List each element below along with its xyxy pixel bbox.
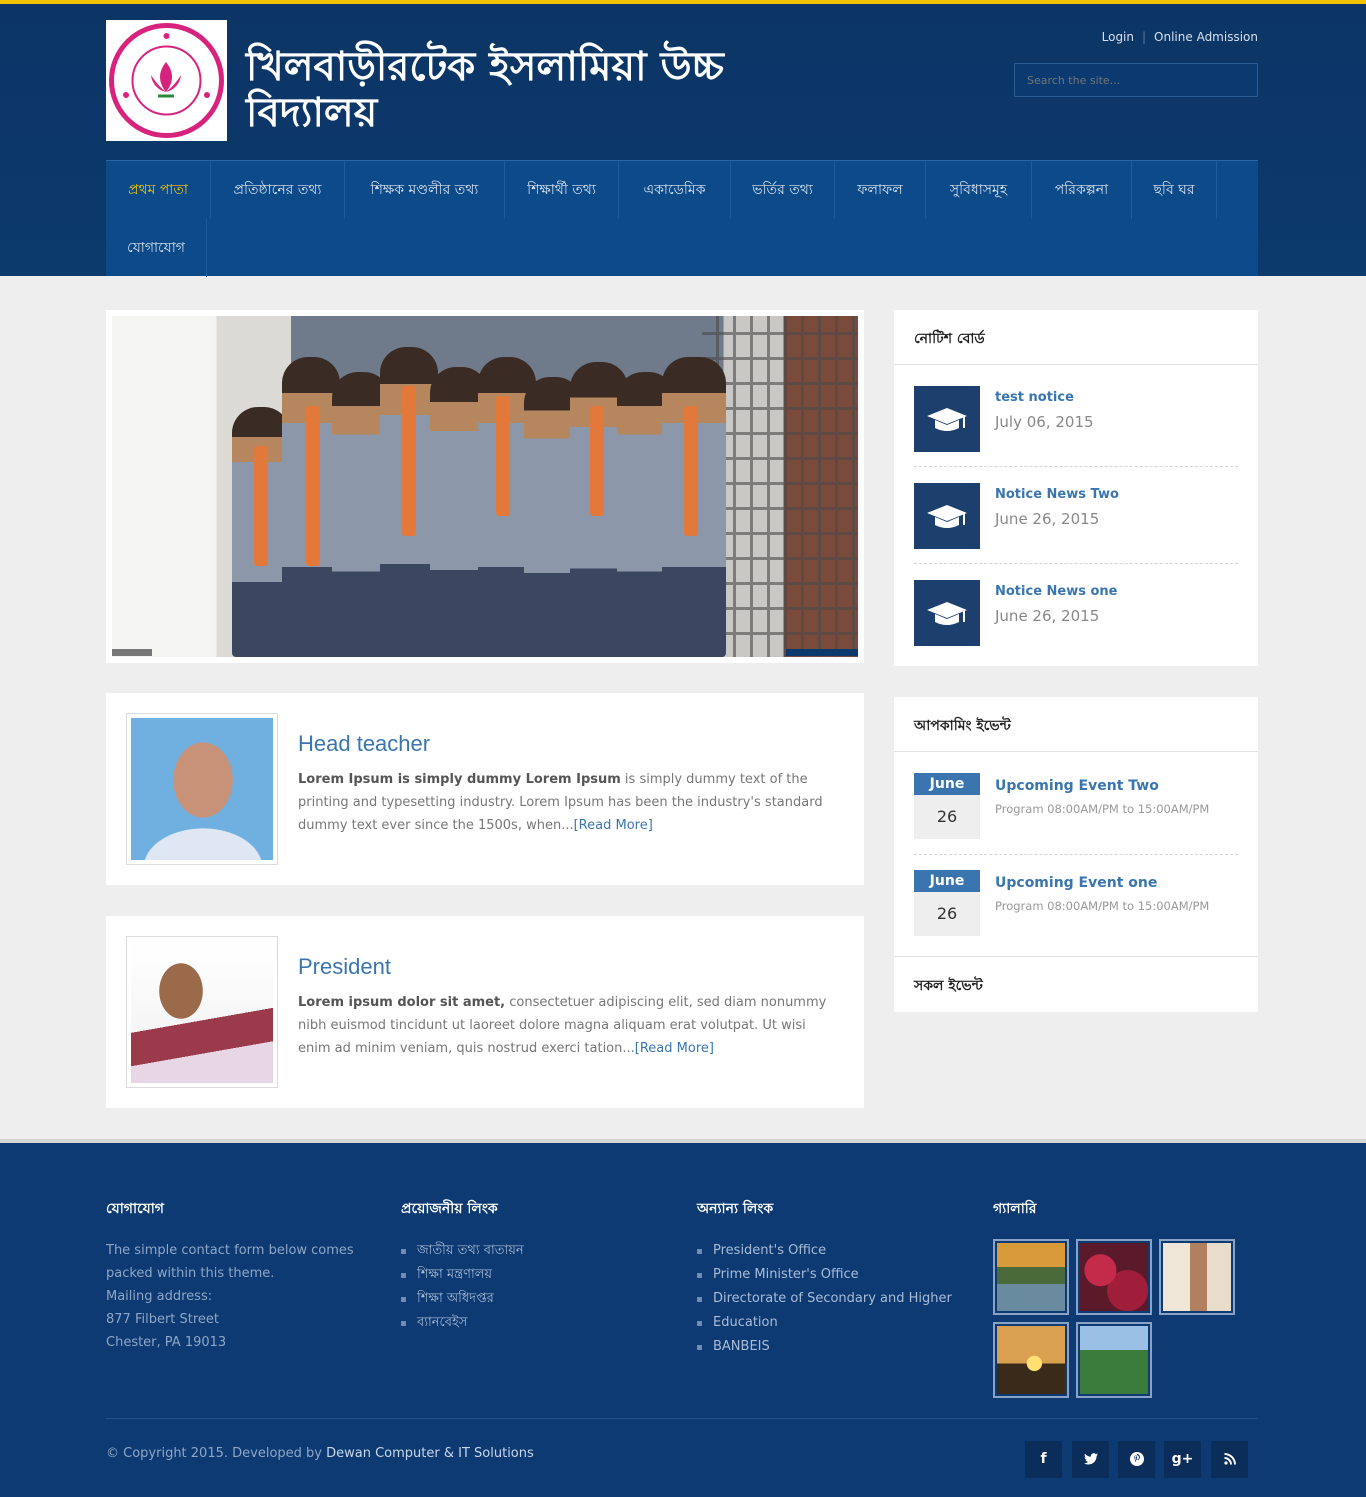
footer-contact-line: 877 Filbert Street bbox=[106, 1312, 220, 1327]
login-link[interactable]: Login bbox=[1102, 30, 1134, 44]
nav-item-academic[interactable]: একাডেমিক bbox=[619, 161, 731, 219]
footer-other-links: অন্যান্য লিংক President's Office Prime M… bbox=[697, 1197, 957, 1359]
president-card: President Lorem ipsum dolor sit amet, co… bbox=[106, 916, 864, 1108]
all-events-link[interactable]: সকল ইভেন্ট bbox=[894, 956, 1258, 1012]
notice-title[interactable]: Notice News one bbox=[995, 584, 1118, 599]
event-day: 26 bbox=[914, 795, 980, 839]
gallery-thumbnail[interactable] bbox=[1076, 1239, 1152, 1315]
event-item[interactable]: June 26 Upcoming Event Two Program 08:00… bbox=[914, 773, 1238, 870]
gallery-thumbnail[interactable] bbox=[993, 1239, 1069, 1315]
notice-date: June 26, 2015 bbox=[995, 510, 1100, 528]
nav-item-photo-gallery[interactable]: ছবি ঘর bbox=[1132, 161, 1217, 219]
school-logo[interactable] bbox=[106, 20, 227, 141]
site-header: খিলবাড়ীরটেক ইসলামিয়া উচ্চ বিদ্যালয় Lo… bbox=[0, 4, 1366, 277]
gallery-thumbnail[interactable] bbox=[993, 1322, 1069, 1398]
footer-link[interactable]: President's Office bbox=[697, 1239, 957, 1263]
head-teacher-text: Lorem Ipsum is simply dummy Lorem Ipsum … bbox=[298, 772, 823, 833]
notice-title[interactable]: Notice News Two bbox=[995, 487, 1119, 502]
event-title[interactable]: Upcoming Event Two bbox=[995, 778, 1159, 794]
main-nav: প্রথম পাতা প্রতিষ্ঠানের তথ্য শিক্ষক মণ্ড… bbox=[106, 160, 1258, 277]
event-time: Program 08:00AM/PM to 15:00AM/PM bbox=[995, 899, 1210, 913]
slider-prev-indicator[interactable] bbox=[112, 649, 152, 656]
footer-divider bbox=[106, 1418, 1258, 1419]
notice-board-title: নোটিশ বোর্ড bbox=[894, 310, 1258, 365]
president-text: Lorem ipsum dolor sit amet, consectetuer… bbox=[298, 995, 827, 1056]
gallery-thumbnail[interactable] bbox=[1076, 1322, 1152, 1398]
rss-icon[interactable] bbox=[1211, 1441, 1248, 1478]
footer-gallery-title: গ্যালারি bbox=[993, 1201, 1037, 1217]
footer-gallery: গ্যালারি bbox=[993, 1197, 1253, 1409]
graduation-cap-icon bbox=[914, 580, 980, 646]
pinterest-icon[interactable] bbox=[1118, 1441, 1155, 1478]
nav-item-contact[interactable]: যোগাযোগ bbox=[106, 219, 207, 277]
search-input[interactable] bbox=[1014, 63, 1258, 97]
footer-link[interactable]: শিক্ষা অধিদপ্তর bbox=[401, 1287, 661, 1311]
event-month: June bbox=[914, 773, 980, 795]
head-teacher-read-more-link[interactable]: [Read More] bbox=[574, 818, 653, 833]
notice-date: June 26, 2015 bbox=[995, 607, 1100, 625]
google-plus-icon[interactable]: g+ bbox=[1164, 1441, 1201, 1478]
graduation-cap-icon bbox=[914, 483, 980, 549]
nav-item-teachers-info[interactable]: শিক্ষক মণ্ডলীর তথ্য bbox=[345, 161, 505, 219]
online-admission-link[interactable]: Online Admission bbox=[1154, 30, 1258, 44]
footer-useful-links-title: প্রয়োজনীয় লিংক bbox=[401, 1201, 498, 1217]
footer-link[interactable]: BANBEIS bbox=[697, 1335, 957, 1359]
footer-useful-links: প্রয়োজনীয় লিংক জাতীয় তথ্য বাতায়ন শিক… bbox=[401, 1197, 661, 1335]
image-slider[interactable] bbox=[106, 310, 864, 663]
footer-link[interactable]: Directorate of Secondary and Higher bbox=[697, 1287, 957, 1311]
nav-item-student-info[interactable]: শিক্ষার্থী তথ্য bbox=[505, 161, 619, 219]
notice-title[interactable]: test notice bbox=[995, 390, 1074, 405]
event-day: 26 bbox=[914, 892, 980, 936]
nav-item-home[interactable]: প্রথম পাতা bbox=[106, 161, 211, 219]
notice-date: July 06, 2015 bbox=[995, 413, 1094, 431]
copyright: © Copyright 2015. Developed by Dewan Com… bbox=[106, 1446, 534, 1461]
slider-next-indicator[interactable] bbox=[786, 649, 858, 656]
nav-item-plans[interactable]: পরিকল্পনা bbox=[1032, 161, 1132, 219]
slide-photo bbox=[112, 316, 858, 657]
site-footer: যোগাযোগ The simple contact form below co… bbox=[0, 1139, 1366, 1497]
footer-contact-line: packed within this theme. bbox=[106, 1266, 275, 1281]
president-read-more-link[interactable]: [Read More] bbox=[635, 1041, 714, 1056]
gallery-thumbnail[interactable] bbox=[1159, 1239, 1235, 1315]
developer-link[interactable]: Dewan Computer & IT Solutions bbox=[326, 1446, 534, 1461]
president-title: President bbox=[298, 954, 391, 979]
event-title[interactable]: Upcoming Event one bbox=[995, 875, 1157, 891]
event-month: June bbox=[914, 870, 980, 892]
footer-contact: যোগাযোগ The simple contact form below co… bbox=[106, 1197, 366, 1354]
footer-contact-title: যোগাযোগ bbox=[106, 1201, 164, 1217]
notice-board-widget: নোটিশ বোর্ড test notice July 06, 2015 No… bbox=[894, 310, 1258, 666]
footer-link[interactable]: ব্যানবেইস bbox=[401, 1311, 661, 1335]
event-time: Program 08:00AM/PM to 15:00AM/PM bbox=[995, 802, 1210, 816]
president-photo bbox=[126, 936, 278, 1088]
footer-link[interactable]: শিক্ষা মন্ত্রণালয় bbox=[401, 1263, 661, 1287]
nav-item-results[interactable]: ফলাফল bbox=[835, 161, 926, 219]
link-separator: | bbox=[1142, 30, 1147, 44]
footer-contact-line: The simple contact form below comes bbox=[106, 1243, 354, 1258]
footer-link[interactable]: জাতীয় তথ্য বাতায়ন bbox=[401, 1239, 661, 1263]
head-teacher-photo bbox=[126, 713, 278, 865]
upcoming-events-title: আপকামিং ইভেন্ট bbox=[894, 697, 1258, 752]
nav-item-facilities[interactable]: সুবিধাসমূহ bbox=[926, 161, 1032, 219]
footer-contact-line: Chester, PA 19013 bbox=[106, 1335, 227, 1350]
head-teacher-title: Head teacher bbox=[298, 731, 431, 756]
facebook-icon[interactable]: f bbox=[1025, 1441, 1062, 1478]
head-teacher-card: Head teacher Lorem Ipsum is simply dummy… bbox=[106, 693, 864, 885]
event-item[interactable]: June 26 Upcoming Event one Program 08:00… bbox=[914, 870, 1238, 967]
upcoming-events-widget: আপকামিং ইভেন্ট June 26 Upcoming Event Tw… bbox=[894, 697, 1258, 1012]
footer-link-continuation[interactable]: Education bbox=[697, 1311, 957, 1335]
site-title: খিলবাড়ীরটেক ইসলামিয়া উচ্চ বিদ্যালয় bbox=[246, 43, 724, 136]
footer-contact-line: Mailing address: bbox=[106, 1289, 213, 1304]
notice-item[interactable]: Notice News one June 26, 2015 bbox=[914, 580, 1238, 677]
nav-item-institution-info[interactable]: প্রতিষ্ঠানের তথ্য bbox=[211, 161, 345, 219]
notice-item[interactable]: test notice July 06, 2015 bbox=[914, 386, 1238, 483]
nav-item-admission-info[interactable]: ভর্তির তথ্য bbox=[731, 161, 835, 219]
notice-item[interactable]: Notice News Two June 26, 2015 bbox=[914, 483, 1238, 580]
graduation-cap-icon bbox=[914, 386, 980, 452]
top-links: Login | Online Admission bbox=[1060, 30, 1258, 44]
footer-link[interactable]: Prime Minister's Office bbox=[697, 1263, 957, 1287]
twitter-icon[interactable] bbox=[1072, 1441, 1109, 1478]
footer-other-links-title: অন্যান্য লিংক bbox=[697, 1201, 774, 1217]
